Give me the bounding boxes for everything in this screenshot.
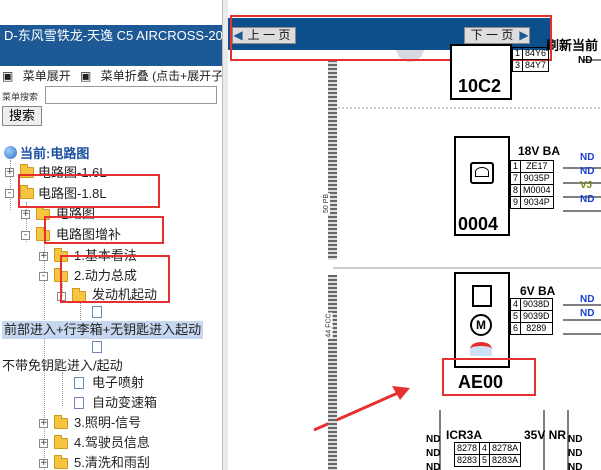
current-location: 当前:电路图 [20, 146, 90, 161]
tree-item-driver-info[interactable]: 4.驾驶员信息 [74, 435, 150, 451]
collapse-toggle[interactable]: - [21, 231, 30, 240]
tree-item-no-keyless[interactable]: 不带免钥匙进入/起动 [2, 358, 123, 374]
pin-table: 8278 4 8278A 8283 5 8283A [453, 442, 522, 467]
expand-icon[interactable]: ▣ [2, 69, 13, 83]
wire-color-tag: ND [426, 434, 441, 445]
wire-color-tag: ND [426, 448, 441, 459]
pin-table: 1 84Y6 3 84Y7 [511, 47, 550, 72]
search-input[interactable] [45, 86, 217, 104]
connector-code: 10C2 [458, 76, 502, 96]
connector-title: 6V BA [520, 284, 556, 298]
folder-icon [54, 435, 68, 449]
computer-icon [4, 146, 17, 159]
folder-icon [54, 455, 68, 469]
connector-title: 35V NR [524, 428, 567, 442]
expand-toggle[interactable]: + [39, 439, 48, 448]
motor-icon: M [470, 314, 492, 336]
search-button[interactable]: 搜索 [2, 106, 42, 126]
connector-title: ICR3A [446, 428, 483, 442]
wire-bundle [328, 60, 337, 260]
menu-collapse-link[interactable]: 菜单折叠 (点击+展开子 [101, 69, 222, 83]
document-icon [74, 377, 84, 389]
expand-toggle[interactable]: + [39, 252, 48, 261]
document-icon [74, 397, 84, 409]
search-label: 菜单搜索 [2, 92, 39, 102]
tree-guide [62, 372, 63, 406]
wire-color-tag: ND [580, 194, 595, 205]
bundle-label: 50 PB [323, 192, 331, 215]
collapse-toggle[interactable]: - [5, 189, 14, 198]
tree-item-auto-transmission[interactable]: 自动变速箱 [92, 395, 157, 411]
relay-icon [472, 285, 492, 307]
connector-code: 0004 [458, 214, 499, 234]
expand-toggle[interactable]: + [5, 168, 14, 177]
tree-item-lighting[interactable]: 3.照明-信号 [74, 415, 141, 431]
wire-color-tag: ND [568, 448, 583, 459]
expand-toggle[interactable]: + [39, 419, 48, 428]
wire-color-tag: ND [580, 166, 595, 177]
annotation-box [18, 174, 160, 208]
document-title: D-东风雪铁龙-天逸 C5 AIRCROSS-2017-2018- 电路图. [0, 25, 222, 66]
connector-title: 18V BA [518, 144, 561, 158]
annotation-box [442, 358, 536, 396]
document-icon [92, 341, 102, 353]
wire-color-tag: ND [580, 152, 595, 163]
refresh-current-link[interactable]: 刷新当前 [546, 35, 598, 54]
wire-color-tag: ND [580, 294, 595, 305]
document-icon [92, 306, 102, 318]
diagram-panel: 50 PB 44 FCC ◀ 上 一 页 下 一 页 ▶ 刷新当前 10C2 1 84… [228, 0, 601, 470]
annotation-box [60, 255, 170, 303]
instrument-icon [470, 162, 494, 184]
pin-table: 1 ZE17 7 9035P 8 M0004 9 9034P [509, 160, 554, 209]
wire-color-tag: ND [580, 308, 595, 319]
wire-bundle [328, 275, 337, 470]
pin-table: 4 9038D 5 9039D 6 8289 [509, 298, 553, 335]
annotation-box [44, 216, 164, 244]
wire-color-tag: ND [568, 434, 583, 445]
tree-item-washer-wiper[interactable]: 5.清洗和雨刮 [74, 455, 150, 470]
menu-expand-link[interactable]: 菜单展开 [23, 69, 71, 83]
tree-panel: D-东风雪铁龙-天逸 C5 AIRCROSS-2017-2018- 电路图. ▣… [0, 0, 222, 470]
tree-item-electronic-injection[interactable]: 电子喷射 [92, 375, 144, 391]
bundle-label: 44 FCC [325, 312, 333, 339]
wire-color-tag: ND [578, 55, 593, 66]
menu-toggle-row: ▣ 菜单展开 ▣ 菜单折叠 (点击+展开子 [2, 68, 222, 84]
wire-color-tag: VJ [580, 180, 593, 191]
collapse-icon[interactable]: ▣ [80, 69, 91, 83]
collapse-toggle[interactable]: - [39, 272, 48, 281]
fan-icon [470, 342, 492, 356]
folder-icon [54, 415, 68, 429]
tree-item-keyless-entry-start[interactable]: 前部进入+行李箱+无钥匙进入起动 [2, 321, 204, 339]
wire-color-tag: ND [568, 462, 583, 470]
expand-toggle[interactable]: + [21, 210, 30, 219]
expand-toggle[interactable]: + [39, 459, 48, 468]
wire-color-tag: ND [426, 462, 441, 470]
